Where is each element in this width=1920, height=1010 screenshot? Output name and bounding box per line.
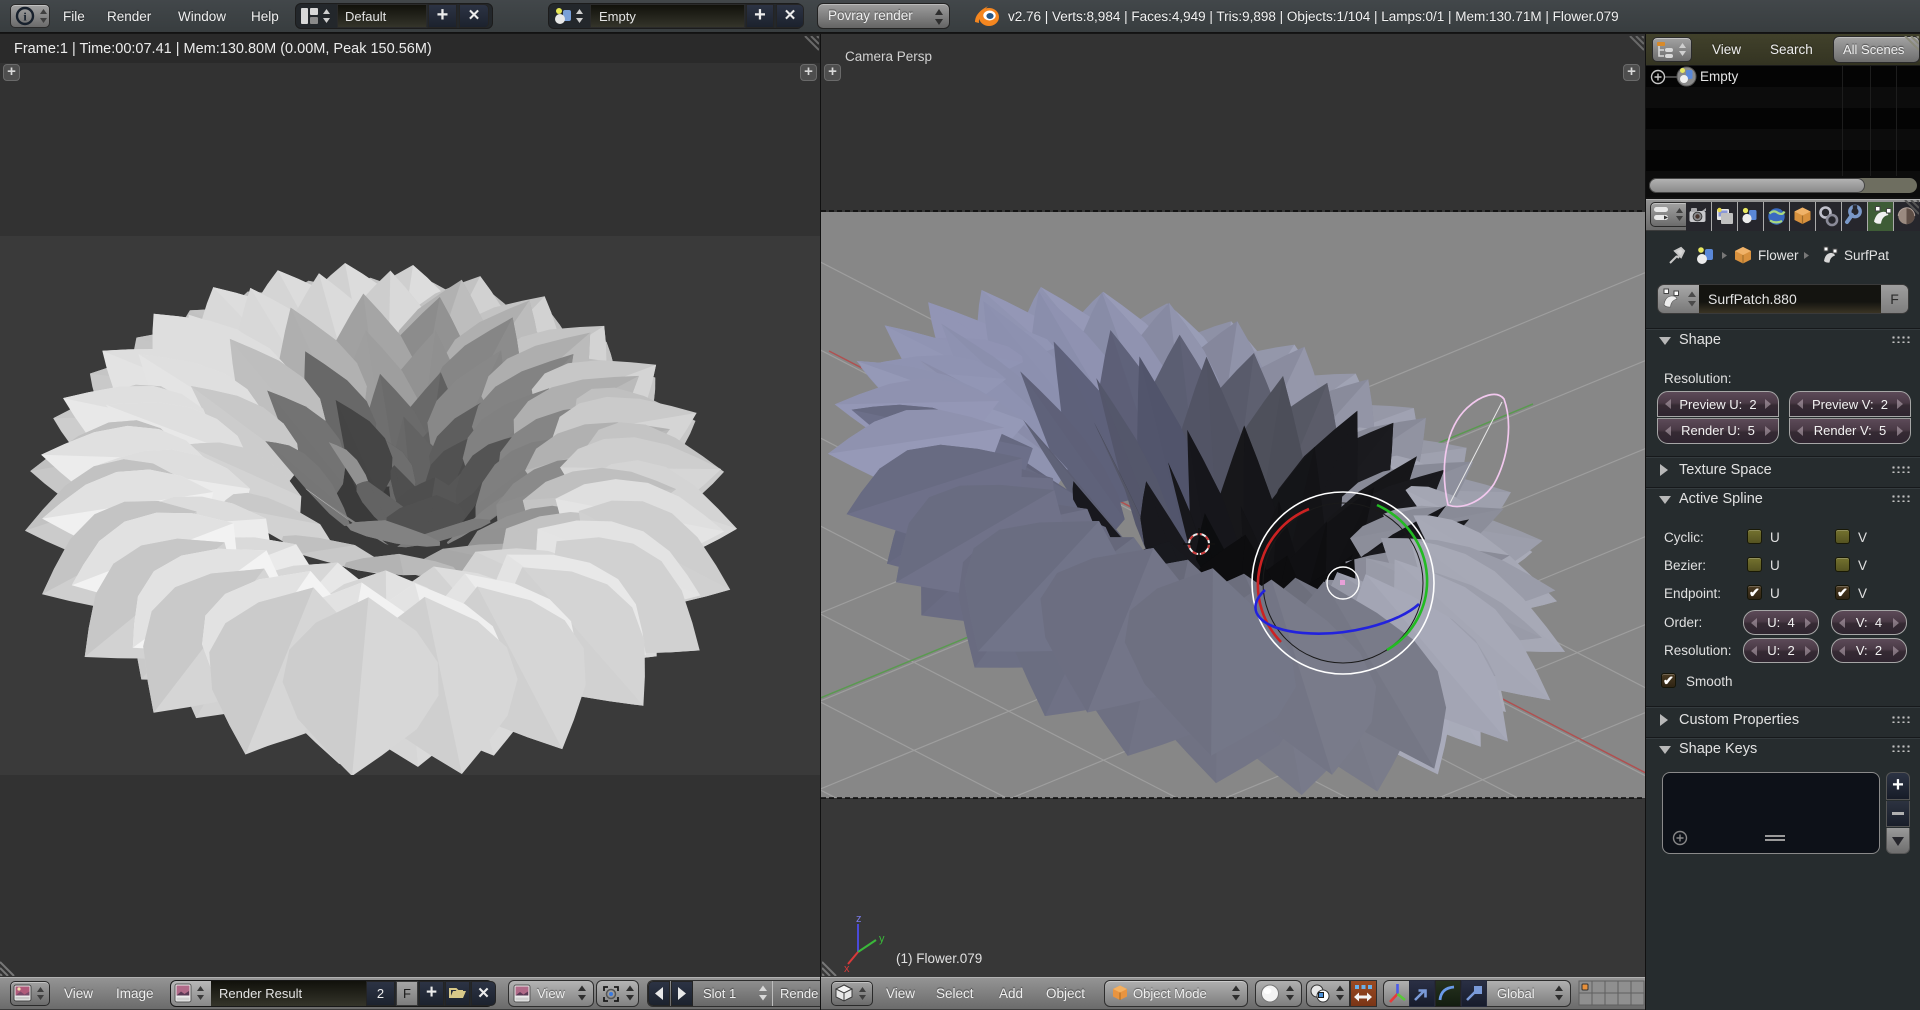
svg-text:Flower: Flower — [1758, 248, 1799, 263]
svg-text:x: x — [844, 963, 850, 972]
svg-text:i: i — [23, 10, 27, 24]
svg-text:z: z — [856, 913, 862, 925]
svg-text:SurfPat: SurfPat — [1844, 248, 1889, 263]
svg-text:y: y — [879, 933, 885, 945]
